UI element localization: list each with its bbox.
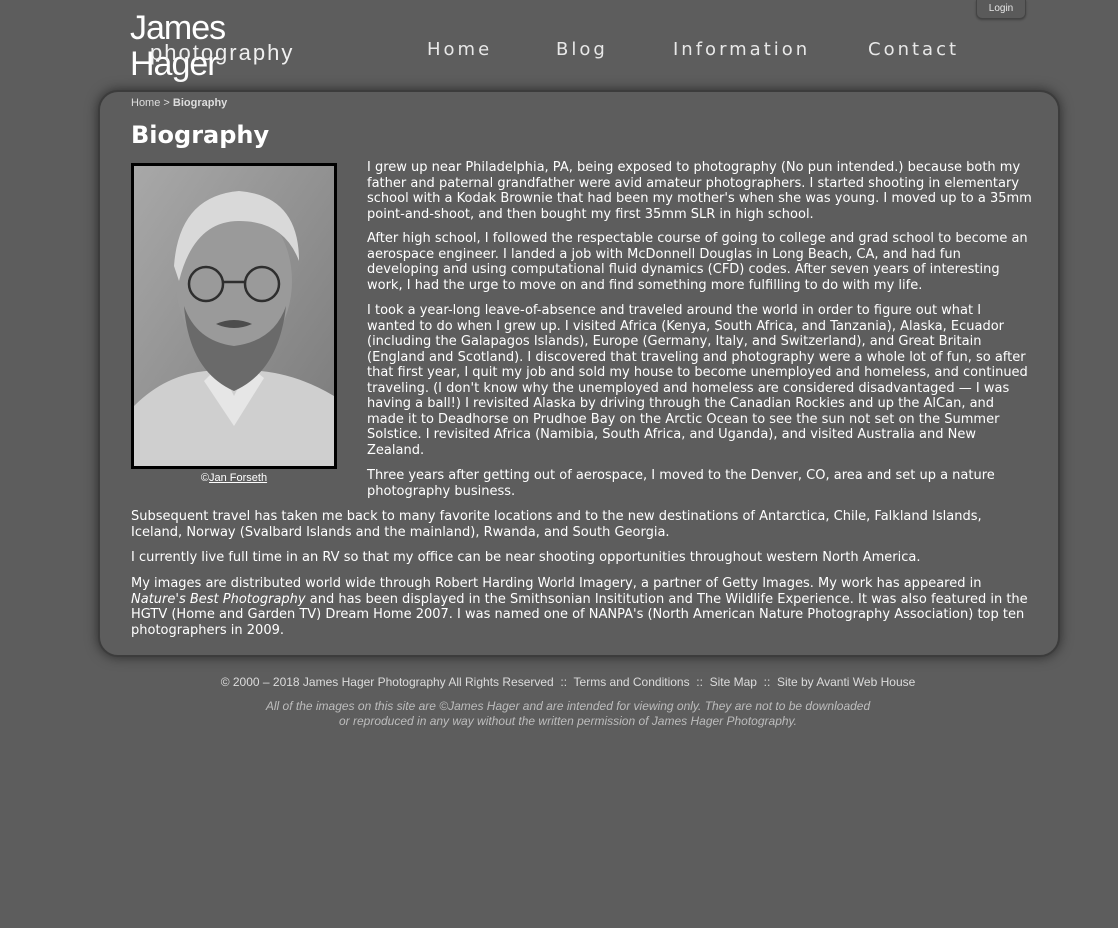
breadcrumb-separator: > [160, 97, 173, 109]
site-credit-link[interactable]: Site by Avanti Web House [777, 675, 915, 689]
credit-prefix: © [200, 472, 209, 484]
image-rights-notice: All of the images on this site are ©Jame… [265, 699, 871, 728]
publication-title: Nature's Best Photography [131, 591, 306, 607]
login-button[interactable]: Login [976, 0, 1026, 19]
photographer-link[interactable]: Jan Forseth [209, 472, 267, 484]
nav-information[interactable]: Information [673, 39, 810, 60]
breadcrumb-home[interactable]: Home [131, 97, 160, 109]
bio-paragraph-4: Three years after getting out of aerospa… [367, 468, 995, 499]
nav-blog[interactable]: Blog [556, 39, 608, 60]
copyright-text: © 2000 – 2018 James Hager Photography Al… [220, 675, 554, 689]
portrait-photo [131, 163, 337, 469]
bio-paragraph-7-start: My images are distributed world wide thr… [131, 576, 982, 591]
breadcrumb: Home > Biography [131, 97, 227, 109]
bio-paragraph-3: I took a year-long leave-of-absence and … [367, 303, 1028, 458]
photo-credit: ©Jan Forseth [131, 472, 337, 484]
sitemap-link[interactable]: Site Map [710, 675, 757, 689]
main-nav: Home Blog Information Contact [0, 39, 1118, 61]
bio-paragraph-6: I currently live full time in an RV so t… [131, 550, 921, 565]
footer-separator: :: [553, 675, 574, 689]
page-title: Biography [131, 121, 270, 149]
footer-separator: :: [689, 675, 710, 689]
bio-paragraph-7: My images are distributed world wide thr… [131, 576, 1031, 638]
nav-home[interactable]: Home [427, 39, 492, 60]
bio-paragraph-2: After high school, I followed the respec… [367, 231, 1028, 293]
terms-link[interactable]: Terms and Conditions [574, 675, 690, 689]
nav-contact[interactable]: Contact [868, 39, 959, 60]
footer-separator: :: [756, 675, 777, 689]
bio-paragraph-1: I grew up near Philadelphia, PA, being e… [367, 160, 1032, 222]
footer-links: © 2000 – 2018 James Hager Photography Al… [0, 675, 1118, 689]
breadcrumb-current: Biography [172, 97, 228, 109]
portrait-image [134, 166, 334, 466]
bio-paragraph-5: Subsequent travel has taken me back to m… [131, 509, 982, 540]
